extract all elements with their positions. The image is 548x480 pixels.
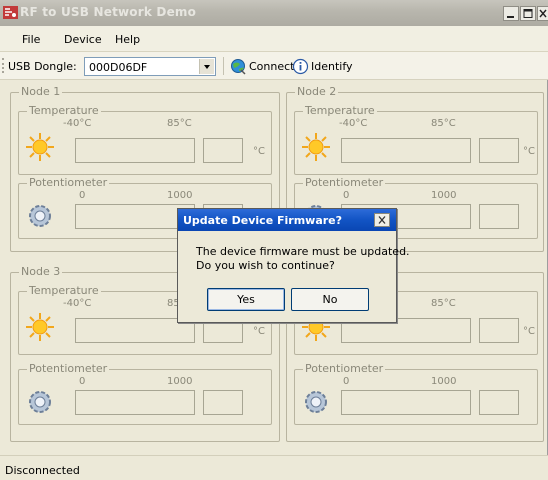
dialog-message-line-1: The device firmware must be updated. [196, 245, 410, 258]
close-icon [539, 9, 547, 18]
toolbar: USB Dongle: 000D06DF Connect Identify [0, 52, 548, 80]
node-2-potentiometer-label: Potentiometer [303, 176, 386, 189]
node-2-pot-min: 0 [343, 190, 350, 201]
menu-bar: File Device Help [0, 26, 548, 52]
connect-button[interactable]: Connect [230, 57, 294, 76]
node-2-temperature-label: Temperature [303, 104, 377, 117]
node-1-temperature-bar [75, 138, 195, 163]
node-4-pot-max: 1000 [431, 376, 457, 387]
node-1-temp-max: 85°C [167, 118, 192, 129]
dialog-close-button[interactable] [374, 213, 390, 227]
node-4-potentiometer-label: Potentiometer [303, 362, 386, 375]
node-1-potentiometer-label: Potentiometer [27, 176, 110, 189]
node-1-pot-max: 1000 [167, 190, 193, 201]
node-2-temperature-readout [479, 138, 519, 163]
toolbar-separator [223, 57, 224, 75]
node-4-potentiometer-group: Potentiometer 0 1000 [294, 363, 538, 425]
gear-icon [29, 205, 51, 227]
usb-dongle-select[interactable]: 000D06DF [84, 57, 216, 76]
app-icon [3, 6, 18, 19]
main-window: RF to USB Network Demo File Device Help … [0, 0, 548, 480]
node-2-temp-min: -40°C [339, 118, 368, 129]
node-1-temp-unit: °C [253, 146, 265, 157]
node-4-pot-min: 0 [343, 376, 350, 387]
connection-status: Disconnected [5, 464, 80, 477]
node-4-temperature-readout [479, 318, 519, 343]
node-3-potentiometer-group: Potentiometer 0 1000 [18, 363, 272, 425]
node-2-potentiometer-readout [479, 204, 519, 229]
title-bar[interactable]: RF to USB Network Demo [0, 0, 548, 26]
node-3-potentiometer-bar [75, 390, 195, 415]
node-3-temperature-label: Temperature [27, 284, 101, 297]
node-4-potentiometer-bar [341, 390, 471, 415]
node-4-potentiometer-readout [479, 390, 519, 415]
node-2-temperature-group: Temperature -40°C 85°C °C [294, 105, 538, 175]
node-3-temp-min: -40°C [63, 298, 92, 309]
connect-icon [231, 59, 246, 75]
minimize-icon [507, 16, 514, 18]
identify-label: Identify [311, 60, 353, 73]
connect-label: Connect [249, 60, 295, 73]
node-3-title: Node 3 [19, 265, 63, 278]
close-icon [378, 216, 386, 224]
menu-device[interactable]: Device [64, 33, 102, 46]
dialog-title-bar[interactable]: Update Device Firmware? [178, 209, 396, 231]
no-button[interactable]: No [291, 288, 369, 311]
dialog-title: Update Device Firmware? [183, 214, 343, 227]
close-button[interactable] [537, 6, 548, 21]
node-2-temp-max: 85°C [431, 118, 456, 129]
gear-icon [305, 391, 327, 413]
status-bar: Disconnected [0, 455, 548, 480]
node-1-temp-min: -40°C [63, 118, 92, 129]
maximize-button[interactable] [520, 6, 536, 21]
gear-icon [29, 391, 51, 413]
node-1-temperature-readout [203, 138, 243, 163]
node-2-temp-unit: °C [523, 146, 535, 157]
node-1-pot-min: 0 [79, 190, 86, 201]
node-1-temperature-group: Temperature -40°C 85°C °C [18, 105, 272, 175]
sun-icon [26, 313, 54, 341]
sun-icon [26, 133, 54, 161]
node-3-potentiometer-readout [203, 390, 243, 415]
node-1-temperature-label: Temperature [27, 104, 101, 117]
node-3-pot-max: 1000 [167, 376, 193, 387]
node-3-potentiometer-label: Potentiometer [27, 362, 110, 375]
node-4-temp-max: 85°C [431, 298, 456, 309]
minimize-button[interactable] [503, 6, 519, 21]
window-title: RF to USB Network Demo [20, 5, 197, 19]
node-2-pot-max: 1000 [431, 190, 457, 201]
identify-button[interactable]: Identify [292, 57, 354, 76]
usb-dongle-label: USB Dongle: [8, 60, 77, 73]
toolbar-grip[interactable] [2, 58, 5, 73]
maximize-icon [523, 9, 533, 18]
menu-help[interactable]: Help [115, 33, 140, 46]
chevron-down-icon[interactable] [199, 59, 214, 74]
usb-dongle-value: 000D06DF [89, 61, 148, 74]
dialog-message-line-2: Do you wish to continue? [196, 259, 335, 272]
update-firmware-dialog: Update Device Firmware? The device firmw… [177, 208, 410, 323]
node-1-title: Node 1 [19, 85, 63, 98]
node-3-pot-min: 0 [79, 376, 86, 387]
node-3-temp-unit: °C [253, 326, 265, 337]
node-2-title: Node 2 [295, 85, 339, 98]
menu-file[interactable]: File [22, 33, 40, 46]
node-4-temp-unit: °C [523, 326, 535, 337]
node-2-temperature-bar [341, 138, 471, 163]
info-icon [292, 58, 309, 75]
yes-button[interactable]: Yes [207, 288, 285, 311]
sun-icon [302, 133, 330, 161]
